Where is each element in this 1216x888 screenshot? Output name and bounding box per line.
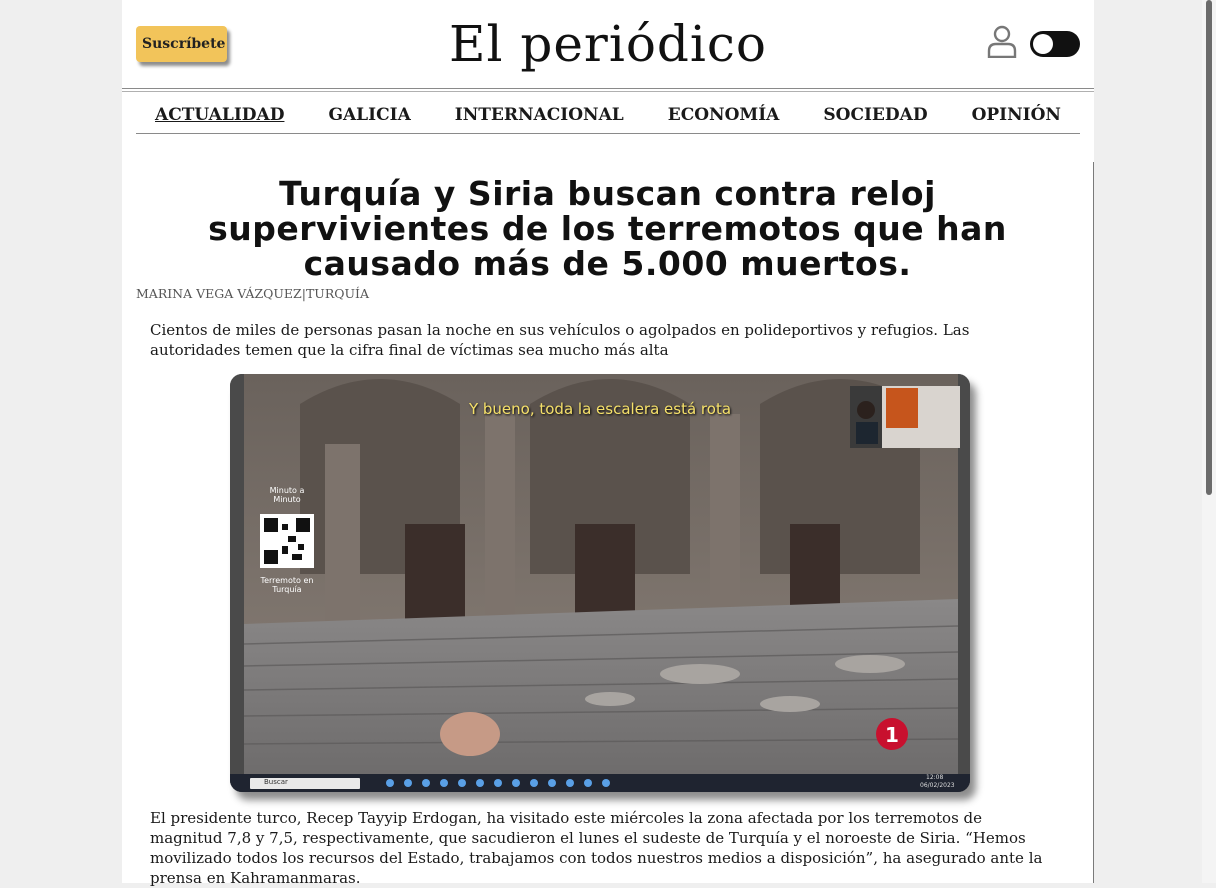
article-title: Turquía y Siria buscan contra reloj supe… — [208, 174, 1007, 283]
main-nav: ACTUALIDAD GALICIA INTERNACIONAL ECONOMÍ… — [136, 96, 1080, 134]
nav-item-actualidad[interactable]: ACTUALIDAD — [155, 105, 284, 125]
user-icon[interactable] — [986, 24, 1018, 58]
taskbar-search: Buscar — [264, 778, 288, 786]
nav-item-economia[interactable]: ECONOMÍA — [668, 105, 780, 125]
site-logo[interactable]: El periódico — [122, 13, 1094, 75]
video-player[interactable]: Y bueno, toda la escalera está rota Minu… — [230, 374, 970, 792]
nav-item-opinion[interactable]: OPINIÓN — [972, 105, 1061, 125]
taskbar-date: 06/02/2023 — [920, 782, 955, 789]
site-header: Suscríbete El periódico — [122, 0, 1094, 89]
channel-logo: 1 — [885, 723, 899, 747]
article-byline: MARINA VEGA VÁZQUEZ|TURQUÍA — [136, 286, 369, 301]
nav-item-galicia[interactable]: GALICIA — [328, 105, 410, 125]
qr-bottom-label: Terremoto en Turquía — [260, 576, 314, 594]
nav-item-internacional[interactable]: INTERNACIONAL — [455, 105, 624, 125]
dark-mode-toggle[interactable] — [1030, 31, 1080, 57]
header-divider — [122, 91, 1094, 92]
page: Suscríbete El periódico ACTUALIDAD GALIC… — [122, 0, 1094, 887]
qr-top-label: Minuto a Minuto — [269, 486, 305, 504]
video-frame — [230, 374, 970, 792]
video-subtitle: Y bueno, toda la escalera está rota — [468, 400, 732, 418]
article-lead: Cientos de miles de personas pasan la no… — [150, 321, 970, 359]
scrollbar-thumb[interactable] — [1206, 0, 1212, 495]
page-scrollbar[interactable] — [1202, 0, 1216, 883]
article: Turquía y Siria buscan contra reloj supe… — [122, 162, 1094, 887]
toggle-knob — [1033, 34, 1053, 54]
taskbar-time: 12:08 — [926, 774, 944, 781]
article-body: El presidente turco, Recep Tayyip Erdoga… — [150, 809, 1043, 887]
nav-item-sociedad[interactable]: SOCIEDAD — [823, 105, 927, 125]
